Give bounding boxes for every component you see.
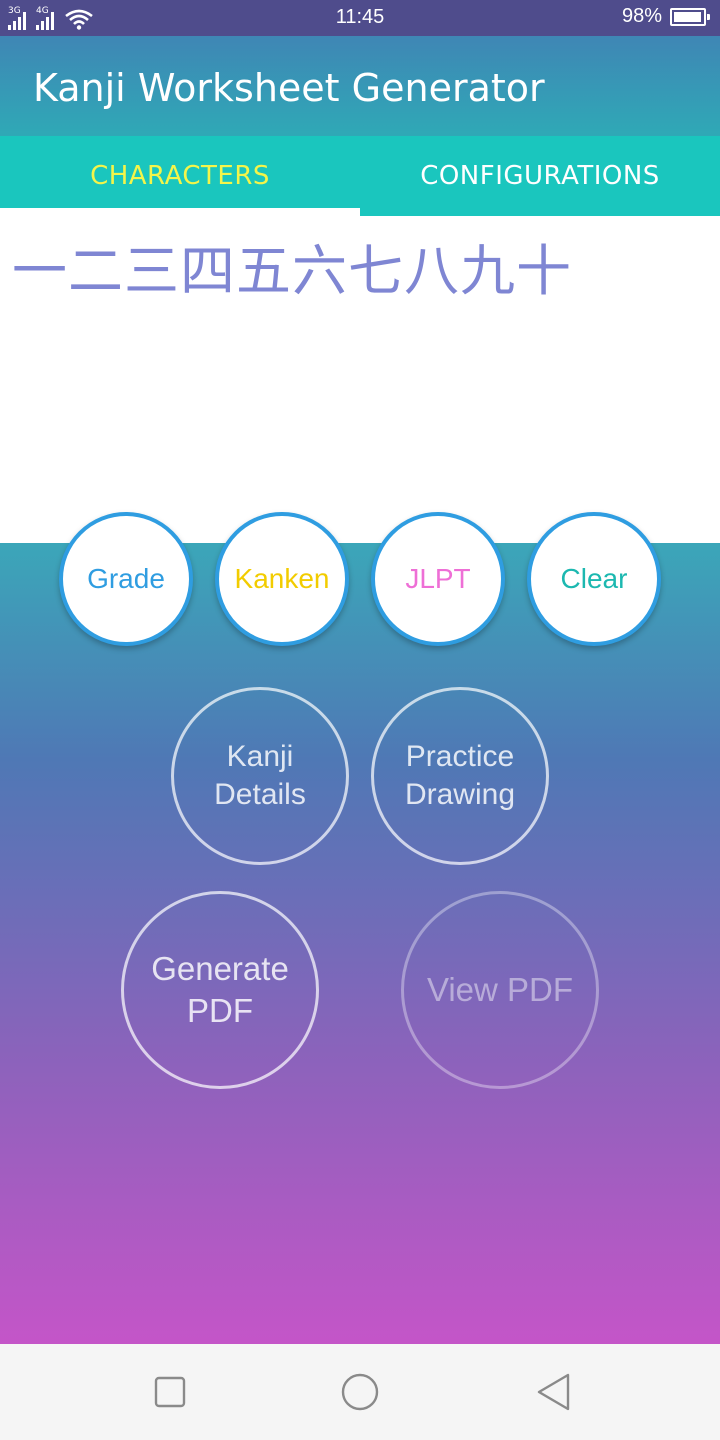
jlpt-button[interactable]: JLPT <box>371 512 505 646</box>
grade-button-label: Grade <box>87 563 165 594</box>
characters-input[interactable]: 一二三四五六七八九十 <box>0 216 720 543</box>
grade-button[interactable]: Grade <box>59 512 193 646</box>
triangle-back-icon[interactable] <box>534 1372 574 1412</box>
status-time: 11:45 <box>335 6 385 28</box>
practice-drawing-button[interactable]: Practice Drawing <box>371 687 549 865</box>
view-pdf-label: View PDF <box>426 971 574 1008</box>
kanji-details-label: Kanji Details <box>214 740 306 811</box>
kanji-details-button[interactable]: Kanji Details <box>171 687 349 865</box>
generate-pdf-label: Generate PDF <box>151 950 289 1029</box>
tab-characters-label: CHARACTERS <box>90 161 270 191</box>
tab-configurations[interactable]: CONFIGURATIONS <box>360 136 720 216</box>
circle-icon[interactable] <box>340 1372 380 1412</box>
app-title: Kanji Worksheet Generator <box>33 66 545 110</box>
practice-drawing-label: Practice Drawing <box>404 740 516 811</box>
status-bar: 3G 4G 11:45 98% <box>0 0 720 36</box>
clear-button[interactable]: Clear <box>527 512 661 646</box>
screen: 3G 4G 11:45 98% Kanji Worksheet Generato… <box>0 0 720 1440</box>
tab-configurations-label: CONFIGURATIONS <box>420 161 660 191</box>
battery-status: 98% <box>621 5 710 28</box>
clear-button-label: Clear <box>560 563 628 594</box>
app-bar: Kanji Worksheet Generator <box>0 36 720 136</box>
system-nav-bar <box>0 1344 720 1440</box>
kanken-button-label: Kanken <box>234 563 330 594</box>
battery-percent: 98% <box>621 5 662 27</box>
battery-icon <box>670 7 710 26</box>
kanken-button[interactable]: Kanken <box>215 512 349 646</box>
generate-pdf-button[interactable]: Generate PDF <box>121 891 319 1089</box>
characters-panel: 一二三四五六七八九十 <box>0 216 720 543</box>
square-icon[interactable] <box>150 1372 190 1412</box>
tab-characters[interactable]: CHARACTERS <box>0 136 360 216</box>
active-tab-indicator <box>0 208 360 216</box>
tab-bar: CHARACTERS CONFIGURATIONS <box>0 136 720 216</box>
jlpt-button-label: JLPT <box>405 563 471 594</box>
view-pdf-button[interactable]: View PDF <box>401 891 599 1089</box>
